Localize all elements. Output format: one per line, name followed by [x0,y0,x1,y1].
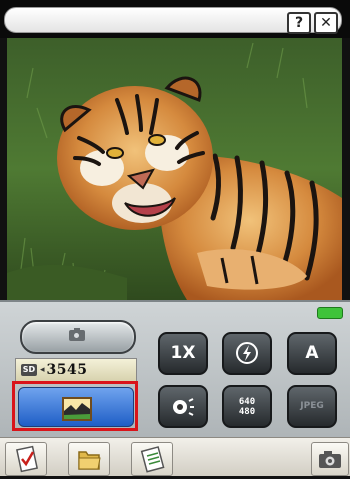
sd-card-icon: SD [21,364,37,376]
white-balance-button[interactable]: A [287,332,337,375]
flash-button[interactable] [222,332,272,375]
macro-button[interactable] [158,385,208,428]
mode-selection-highlight [12,381,138,431]
notepad-icon [140,446,165,473]
camera-icon [319,451,341,468]
format-button[interactable]: JPEG [287,385,337,428]
help-button[interactable]: ? [287,12,311,34]
flash-off-icon [236,342,258,364]
landscape-picture-icon [62,397,92,421]
macro-icon [173,398,194,416]
remaining-shots: 3545 [46,362,88,378]
resolution-label: 640 480 [224,387,270,417]
folder-icon [78,451,101,470]
taskbar [0,437,350,476]
white-balance-label: A [305,343,319,363]
camera-icon [69,328,85,341]
resolution-height: 480 [238,407,256,417]
shot-counter: SD ◂ 3545 [15,358,137,382]
taskbar-item-clipboard[interactable] [5,442,47,476]
taskbar-item-folder[interactable] [68,442,110,476]
arrow-left-icon: ◂ [40,365,45,375]
close-button[interactable]: ✕ [314,12,338,34]
taskbar-item-camera[interactable] [311,442,349,476]
format-label: JPEG [300,401,324,411]
tiger-photo [7,38,342,300]
clipboard-check-icon [15,445,39,473]
help-icon: ? [294,15,304,31]
zoom-label: 1X [170,343,196,363]
zoom-button[interactable]: 1X [158,332,208,375]
taskbar-item-notes[interactable] [131,442,173,476]
camera-viewfinder[interactable] [7,38,342,300]
status-led [317,307,343,319]
title-bar: ? ✕ [0,0,350,38]
close-icon: ✕ [320,15,332,31]
resolution-width: 640 [238,397,256,407]
shutter-button[interactable] [20,320,136,354]
resolution-button[interactable]: 640 480 [222,385,272,428]
capture-mode-button[interactable] [18,387,134,427]
